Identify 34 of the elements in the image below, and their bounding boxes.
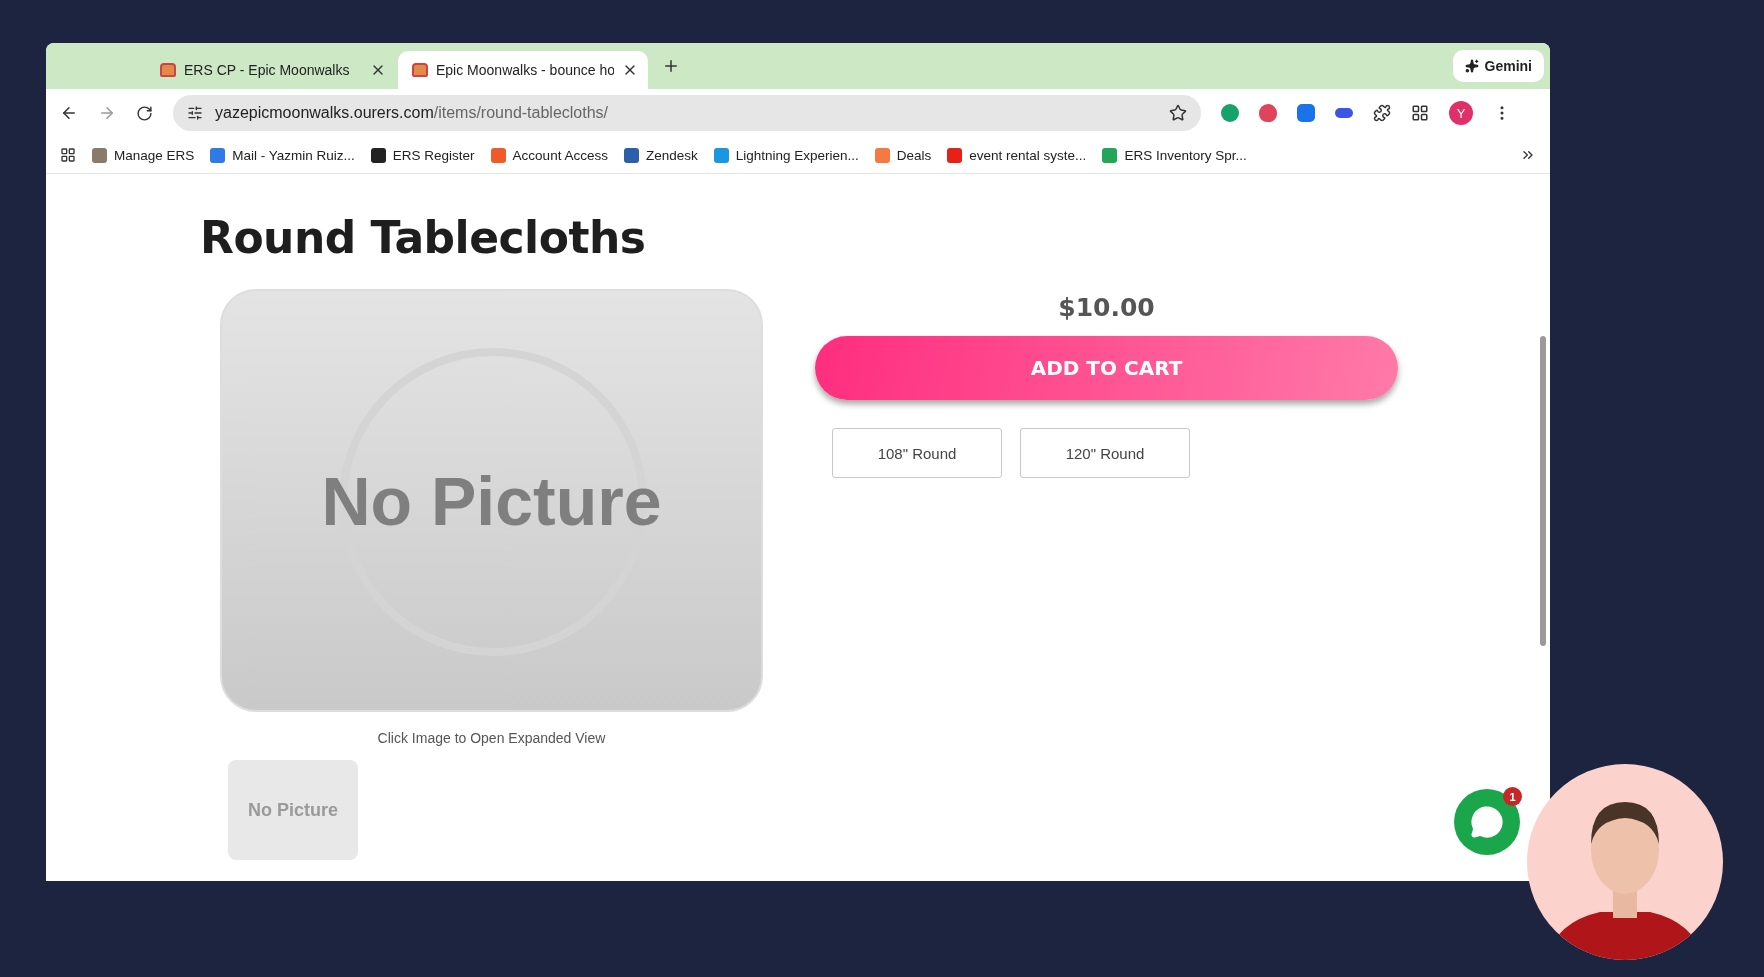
image-caption: Click Image to Open Expanded View: [377, 730, 606, 746]
bookmark[interactable]: Account Access: [490, 147, 608, 163]
chat-bubble-icon: [1470, 805, 1504, 839]
bookmark[interactable]: event rental syste...: [947, 147, 1087, 163]
extension-icon[interactable]: [1221, 104, 1239, 122]
bookmark[interactable]: Lightning Experien...: [713, 147, 859, 163]
bookmark[interactable]: ERS Register: [370, 147, 475, 163]
browser-tab[interactable]: Epic Moonwalks - bounce ho: [398, 51, 648, 89]
size-option[interactable]: 108" Round: [832, 428, 1002, 478]
price: $10.00: [1058, 293, 1155, 322]
bookmark[interactable]: Manage ERS: [92, 147, 195, 163]
size-option[interactable]: 120" Round: [1020, 428, 1190, 478]
forward-icon[interactable]: [98, 104, 116, 122]
scrollbar[interactable]: [1540, 336, 1546, 646]
bookmark[interactable]: ERS Inventory Spr...: [1102, 147, 1247, 163]
notification-badge: 1: [1503, 787, 1522, 806]
page-title: Round Tablecloths: [200, 212, 647, 263]
extension-icon[interactable]: [1335, 108, 1353, 118]
new-tab-icon[interactable]: [662, 57, 680, 75]
address-bar[interactable]: yazepicmoonwalks.ourers.com/items/round-tablecloths/: [173, 95, 1201, 131]
bookmark[interactable]: Mail - Yazmin Ruiz...: [210, 147, 355, 163]
site-settings-icon[interactable]: [187, 105, 203, 121]
gemini-button[interactable]: Gemini: [1452, 50, 1544, 82]
apps-icon[interactable]: [60, 147, 76, 163]
bookmark[interactable]: Deals: [874, 147, 932, 163]
chat-button[interactable]: 1: [1454, 789, 1520, 855]
back-icon[interactable]: [60, 104, 78, 122]
puzzle-icon[interactable]: [1373, 104, 1391, 122]
star-icon[interactable]: [1169, 104, 1187, 122]
browser-tab[interactable]: ERS CP - Epic Moonwalks: [146, 51, 396, 89]
profile-avatar[interactable]: Y: [1449, 101, 1473, 125]
reload-icon[interactable]: [136, 104, 153, 122]
bookmark[interactable]: Zendesk: [623, 147, 698, 163]
sparkle-icon: [1464, 59, 1479, 73]
